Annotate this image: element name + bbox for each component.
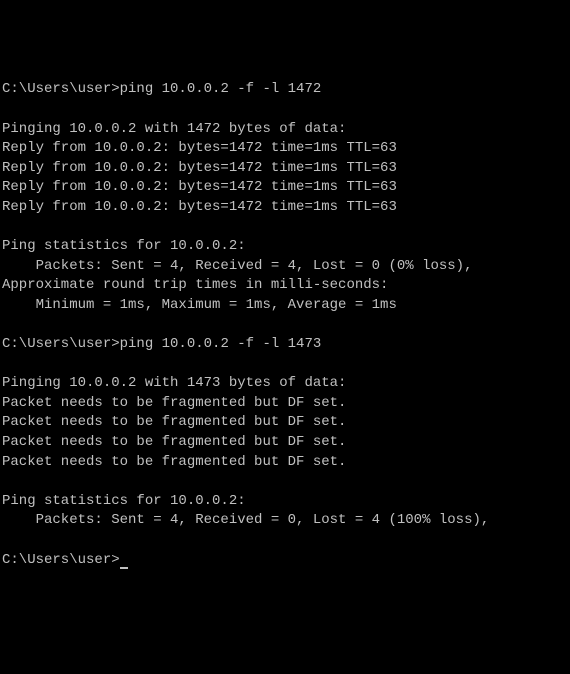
ping-error: Packet needs to be fragmented but DF set… bbox=[2, 453, 568, 473]
cursor-icon bbox=[120, 567, 128, 569]
blank-line bbox=[2, 218, 568, 238]
rtt-values: Minimum = 1ms, Maximum = 1ms, Average = … bbox=[2, 296, 568, 316]
prompt-path: C:\Users\user> bbox=[2, 552, 120, 568]
packet-stats: Packets: Sent = 4, Received = 0, Lost = … bbox=[2, 511, 568, 531]
command-line: C:\Users\user>ping 10.0.0.2 -f -l 1473 bbox=[2, 335, 568, 355]
blank-line bbox=[2, 100, 568, 120]
blank-line bbox=[2, 531, 568, 551]
ping-error: Packet needs to be fragmented but DF set… bbox=[2, 413, 568, 433]
blank-line bbox=[2, 472, 568, 492]
command-line: C:\Users\user>ping 10.0.0.2 -f -l 1472 bbox=[2, 80, 568, 100]
command-text: ping 10.0.0.2 -f -l 1473 bbox=[120, 336, 322, 352]
ping-reply: Reply from 10.0.0.2: bytes=1472 time=1ms… bbox=[2, 178, 568, 198]
ping-header: Pinging 10.0.0.2 with 1473 bytes of data… bbox=[2, 374, 568, 394]
stats-header: Ping statistics for 10.0.0.2: bbox=[2, 237, 568, 257]
stats-header: Ping statistics for 10.0.0.2: bbox=[2, 492, 568, 512]
packet-stats: Packets: Sent = 4, Received = 4, Lost = … bbox=[2, 257, 568, 277]
command-text: ping 10.0.0.2 -f -l 1472 bbox=[120, 81, 322, 97]
ping-reply: Reply from 10.0.0.2: bytes=1472 time=1ms… bbox=[2, 159, 568, 179]
rtt-header: Approximate round trip times in milli-se… bbox=[2, 276, 568, 296]
command-prompt: C:\Users\user> bbox=[2, 551, 568, 571]
prompt-path: C:\Users\user> bbox=[2, 81, 120, 97]
ping-reply: Reply from 10.0.0.2: bytes=1472 time=1ms… bbox=[2, 198, 568, 218]
blank-line bbox=[2, 316, 568, 336]
terminal-output[interactable]: C:\Users\user>ping 10.0.0.2 -f -l 1472 P… bbox=[2, 80, 568, 576]
prompt-path: C:\Users\user> bbox=[2, 336, 120, 352]
blank-line bbox=[2, 355, 568, 375]
ping-header: Pinging 10.0.0.2 with 1472 bytes of data… bbox=[2, 120, 568, 140]
ping-error: Packet needs to be fragmented but DF set… bbox=[2, 394, 568, 414]
ping-reply: Reply from 10.0.0.2: bytes=1472 time=1ms… bbox=[2, 139, 568, 159]
ping-error: Packet needs to be fragmented but DF set… bbox=[2, 433, 568, 453]
